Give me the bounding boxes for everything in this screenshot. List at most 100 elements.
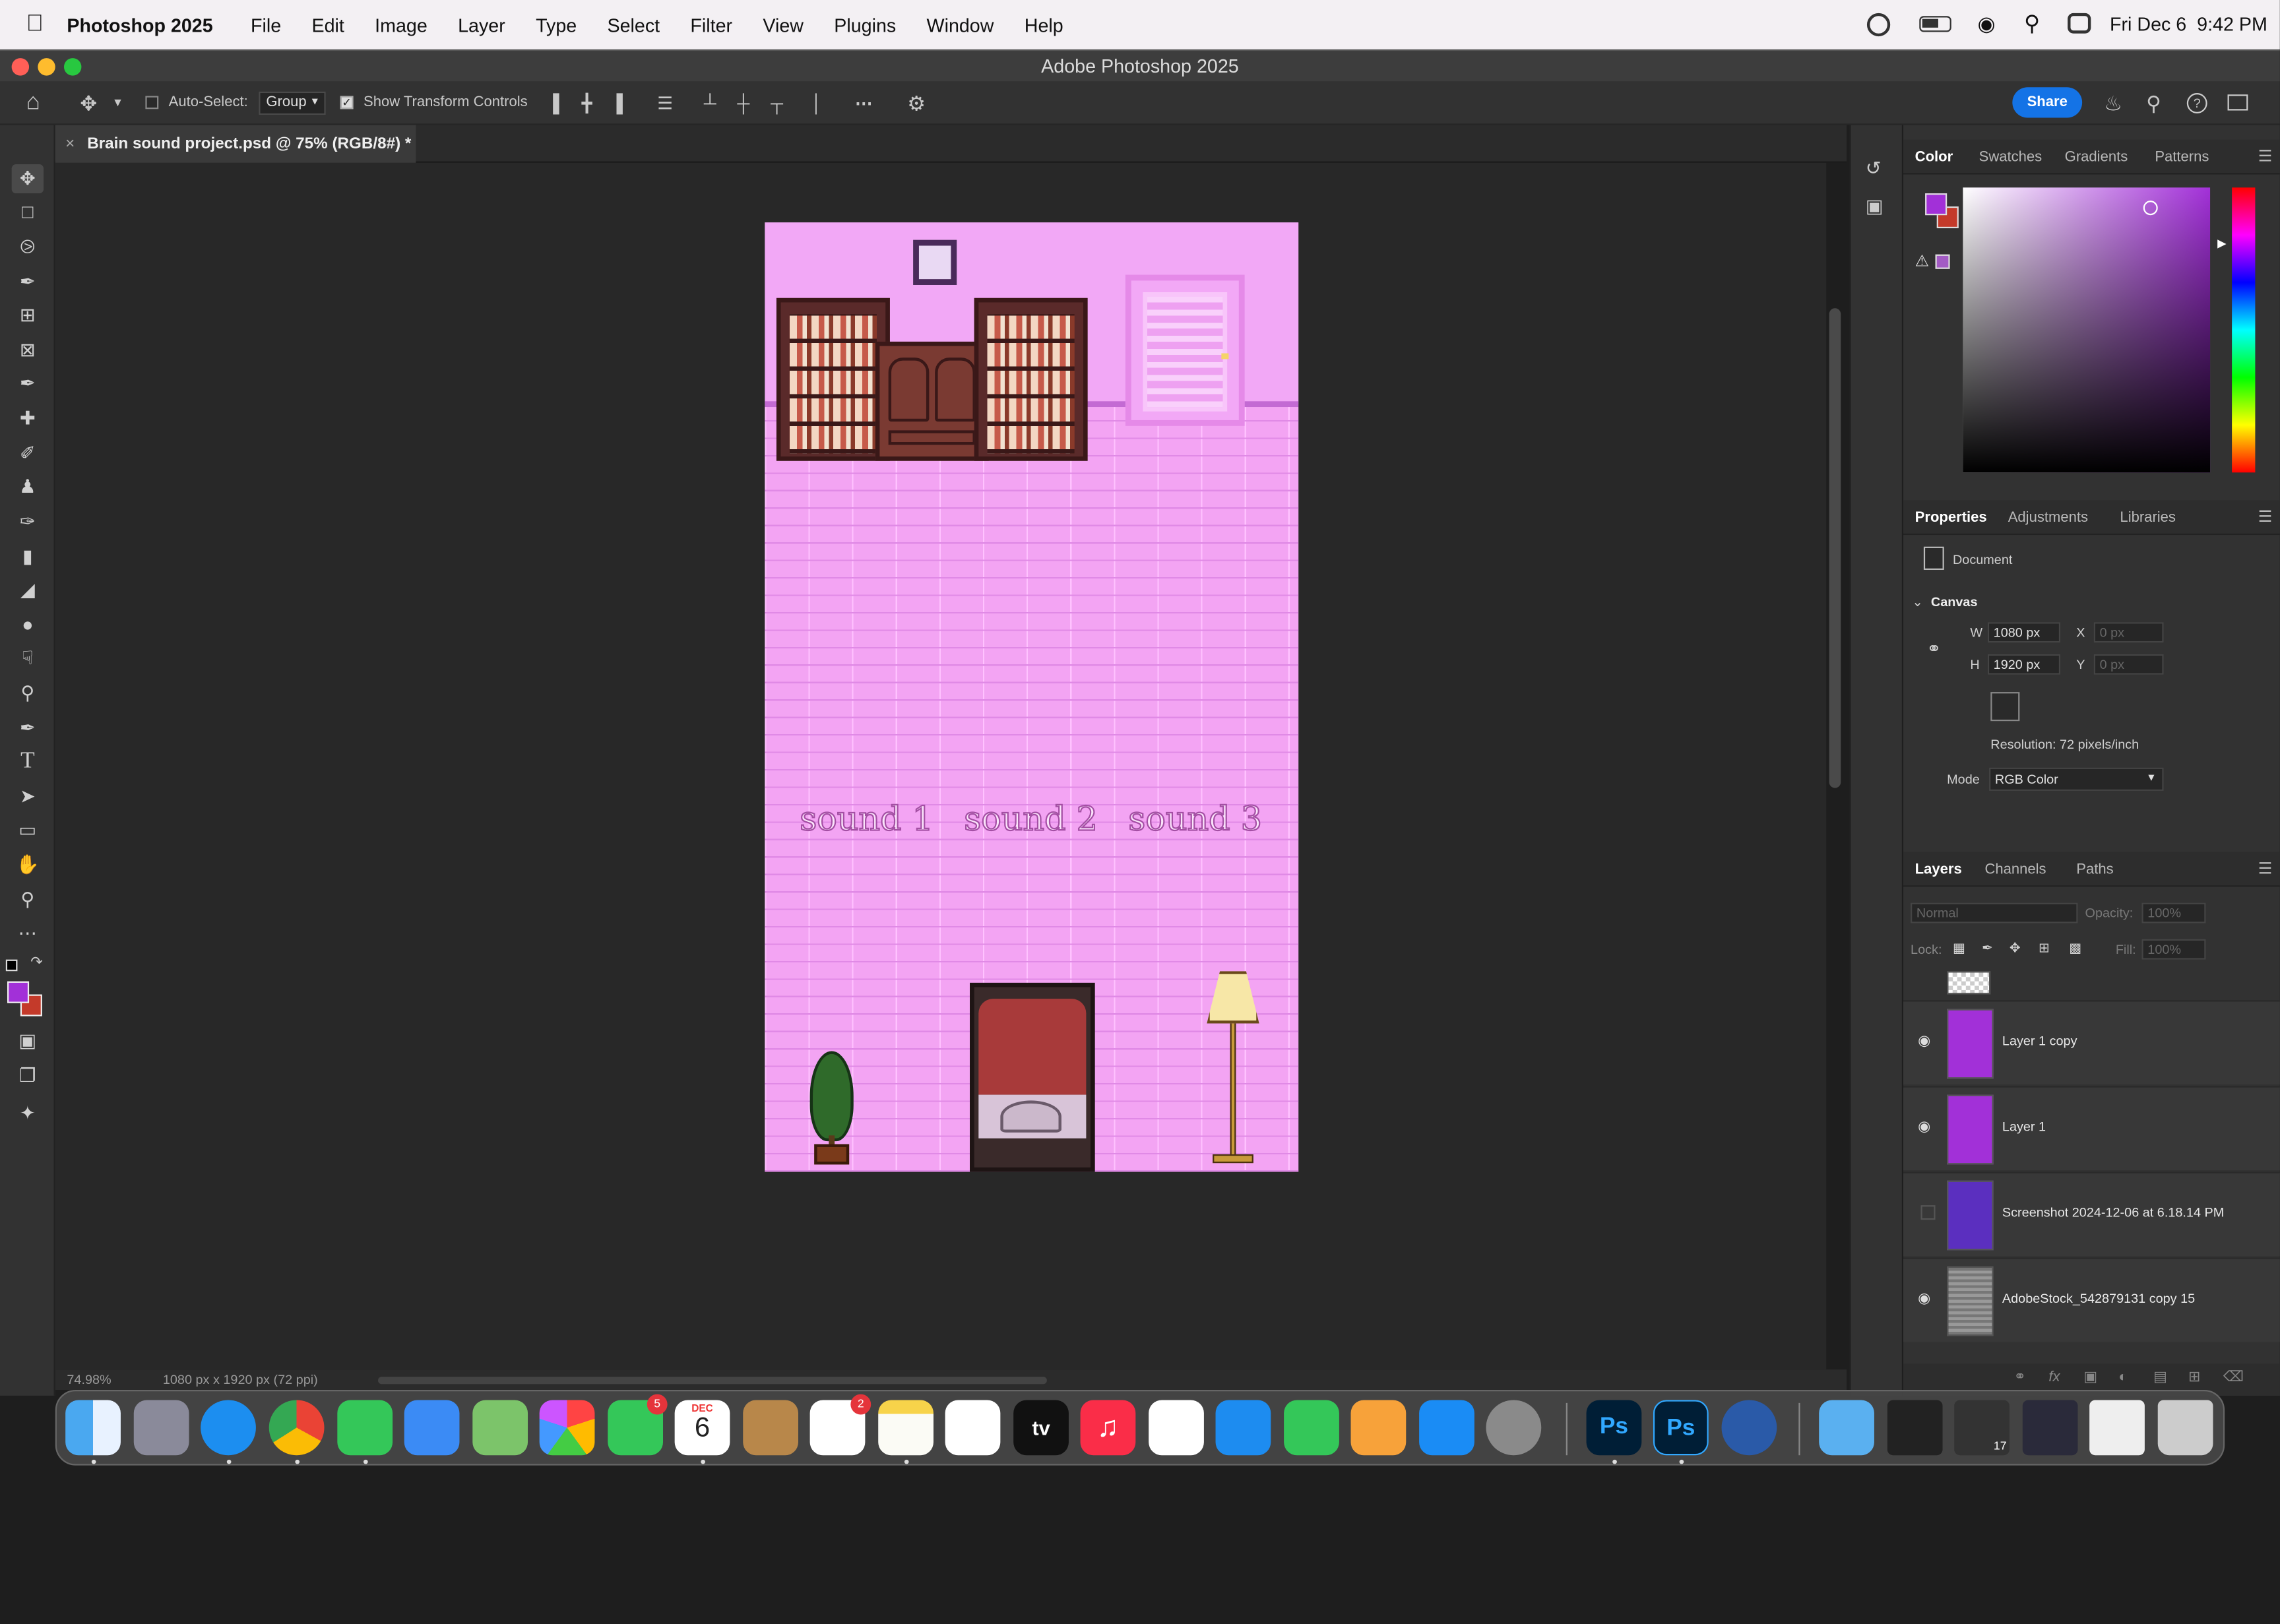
crop-tool-icon[interactable]: ⊞ (12, 301, 44, 330)
layer-name[interactable]: Layer 1 copy (2002, 1034, 2077, 1048)
layer-row[interactable]: ◉ AdobeStock_542879131 copy 15 (1903, 1257, 2280, 1342)
home-icon[interactable]: ⌂ (26, 81, 40, 125)
lock-position-icon[interactable]: ✥ (2010, 941, 2021, 956)
align-center-icon[interactable]: ╋ (582, 81, 592, 125)
lock-transparent-icon[interactable]: ▦ (1953, 941, 1965, 956)
news-icon[interactable] (1149, 1400, 1204, 1456)
help-icon[interactable]: ? (2186, 93, 2207, 113)
more-options-icon[interactable]: ⋯ (855, 81, 872, 125)
lock-all-icon[interactable]: ▩ (2069, 941, 2081, 956)
eraser-tool-icon[interactable]: ▮ (12, 542, 44, 571)
close-tab-icon[interactable]: × (65, 125, 75, 163)
document-tab[interactable]: × Brain sound project.psd @ 75% (RGB/8#)… (55, 125, 416, 163)
trash-icon[interactable]: ⌫ (2223, 1369, 2244, 1385)
launchpad-icon[interactable] (133, 1400, 189, 1456)
eye-icon[interactable]: ◉ (1918, 1291, 1938, 1307)
photoshop-icon[interactable]: Ps (1586, 1400, 1642, 1456)
more-tools-icon[interactable]: ⋯ (12, 919, 44, 948)
layer-row[interactable]: Screenshot 2024-12-06 at 6.18.14 PM (1903, 1171, 2280, 1257)
menu-image[interactable]: Image (375, 14, 428, 36)
panel-menu-icon[interactable]: ☰ (2258, 507, 2273, 526)
numbers-icon[interactable] (1284, 1400, 1339, 1456)
recent-window-thumb-3[interactable] (2022, 1400, 2078, 1456)
align-top-icon[interactable]: ┴ (704, 81, 716, 125)
smudge-tool-icon[interactable]: ☟ (12, 644, 44, 673)
menu-view[interactable]: View (763, 14, 804, 36)
adjustment-layer-icon[interactable]: ◐ (2118, 1369, 2127, 1385)
keynote-icon[interactable] (1215, 1400, 1271, 1456)
menu-help[interactable]: Help (1025, 14, 1063, 36)
zoom-window-button[interactable] (63, 58, 82, 76)
generative-icon[interactable]: ✦ (12, 1099, 44, 1128)
zoom-status[interactable]: 74.98% (67, 1373, 111, 1387)
layer-row[interactable]: ◉ Layer 1 copy (1903, 1000, 2280, 1085)
wifi-icon[interactable]: ◉ (1977, 12, 1995, 36)
auto-select-dropdown[interactable]: Group ▼ (259, 91, 326, 115)
paint-bucket-tool-icon[interactable]: ◢ (12, 576, 44, 605)
size-status[interactable]: 1080 px x 1920 px (72 ppi) (163, 1373, 318, 1387)
menu-plugins[interactable]: Plugins (834, 14, 896, 36)
tab-layers[interactable]: Layers (1915, 862, 1962, 878)
control-center-icon[interactable] (2068, 13, 2091, 34)
apple-tv-icon[interactable]: tv (1013, 1400, 1069, 1456)
layer-name[interactable]: Layer 1 (2002, 1119, 2046, 1134)
tab-color[interactable]: Color (1915, 150, 1953, 166)
sound-1-label[interactable]: sound 1 (799, 800, 934, 840)
layer-name[interactable]: AdobeStock_542879131 copy 15 (2002, 1291, 2195, 1305)
eye-icon[interactable]: ◉ (1918, 1034, 1938, 1049)
group-icon[interactable]: ▤ (2153, 1369, 2167, 1385)
workspace-icon[interactable] (2227, 94, 2248, 111)
blend-mode-dropdown[interactable]: Normal (1911, 902, 2078, 923)
battery-icon[interactable] (1919, 16, 1951, 32)
tab-adjustments[interactable]: Adjustments (2008, 511, 2088, 526)
move-tool-icon[interactable]: ✥ (11, 164, 44, 194)
mode-dropdown[interactable]: RGB Color ▼ (1989, 767, 2164, 791)
swap-colors-icon[interactable]: ↷ (30, 955, 42, 971)
rectangle-tool-icon[interactable]: ▭ (12, 815, 44, 844)
tab-properties[interactable]: Properties (1915, 511, 1987, 526)
panel-menu-icon[interactable]: ☰ (2258, 147, 2273, 166)
portrait-orientation-button[interactable] (1990, 692, 2020, 722)
share-button[interactable]: Share (2012, 87, 2083, 118)
minimize-window-button[interactable] (38, 58, 55, 76)
y-field[interactable]: 0 px (2093, 654, 2164, 675)
horizontal-scrollbar[interactable] (378, 1377, 1047, 1385)
menu-select[interactable]: Select (607, 14, 660, 36)
fill-field[interactable]: 100% (2141, 939, 2206, 960)
close-window-button[interactable] (11, 58, 30, 76)
align-right-icon[interactable]: ▌ (616, 81, 629, 125)
hue-slider[interactable] (2232, 187, 2256, 473)
app-store-icon[interactable] (1419, 1400, 1474, 1456)
menu-window[interactable]: Window (927, 14, 994, 36)
blur-tool-icon[interactable]: ● (12, 611, 44, 640)
menu-clock[interactable]: Fri Dec 6 9:42 PM (2110, 13, 2267, 35)
system-settings-icon[interactable] (1486, 1400, 1542, 1456)
color-picker-field[interactable] (1963, 187, 2211, 473)
eye-icon[interactable]: ◉ (1918, 1119, 1938, 1135)
music-icon[interactable]: ♫ (1080, 1400, 1136, 1456)
frame-tool-icon[interactable]: ⊠ (12, 336, 44, 365)
gear-icon[interactable]: ⚙ (907, 81, 926, 125)
messages-icon[interactable] (337, 1400, 393, 1456)
search-icon[interactable]: ⚲ (2146, 81, 2161, 125)
lock-artboard-icon[interactable]: ⊞ (2039, 941, 2050, 956)
photoshop-beta-icon[interactable]: Ps (1653, 1400, 1709, 1456)
apple-icon[interactable]:  (26, 12, 44, 38)
chevron-down-icon[interactable]: ⌄ (1912, 594, 1923, 610)
finder-icon[interactable] (65, 1400, 121, 1456)
menu-edit[interactable]: Edit (311, 14, 344, 36)
sound-3-label[interactable]: sound 3 (1127, 800, 1263, 840)
tab-libraries[interactable]: Libraries (2120, 511, 2176, 526)
sound-2-label[interactable]: sound 2 (963, 800, 1098, 840)
lasso-tool-icon[interactable]: ⧁ (12, 233, 44, 262)
trash-icon[interactable] (2157, 1400, 2213, 1456)
tab-paths[interactable]: Paths (2076, 862, 2113, 878)
search-icon[interactable]: ⚲ (2024, 10, 2040, 36)
default-colors-icon[interactable] (5, 959, 18, 972)
new-layer-icon[interactable]: ⊞ (2188, 1369, 2200, 1385)
distribute-vertical-icon[interactable]: │ (811, 81, 823, 125)
safari-icon[interactable] (201, 1400, 256, 1456)
zoom-tool-icon[interactable]: ⚲ (12, 885, 44, 914)
healing-brush-tool-icon[interactable]: ✚ (12, 404, 44, 433)
quick-select-tool-icon[interactable]: ✒ (12, 268, 44, 297)
